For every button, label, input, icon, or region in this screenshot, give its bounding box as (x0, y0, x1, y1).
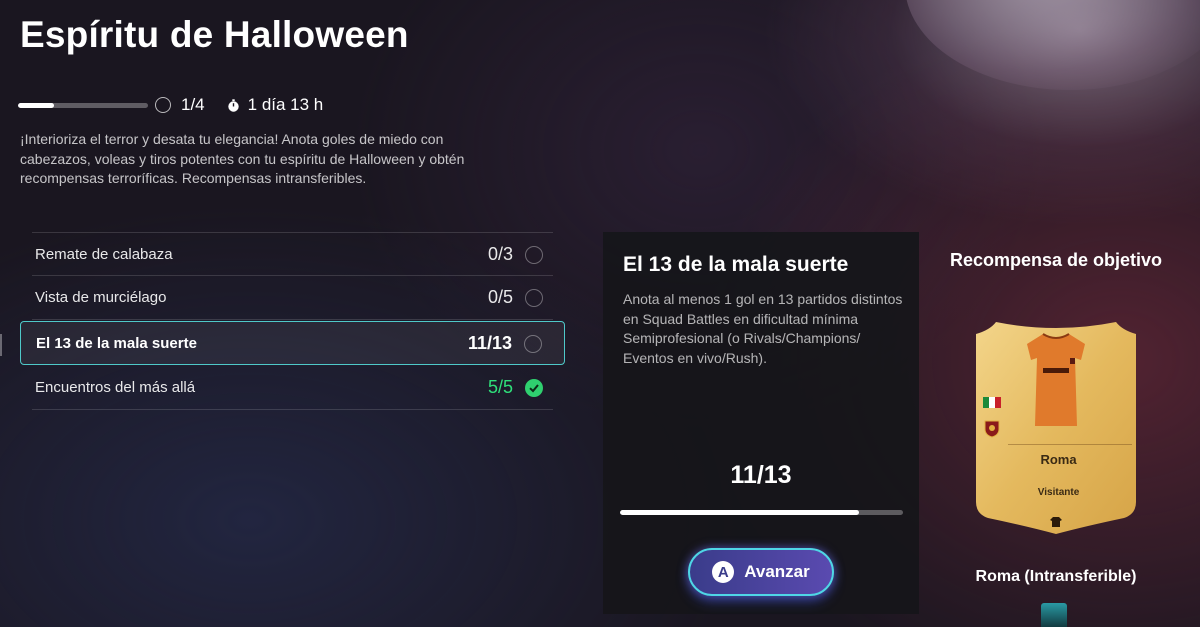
detail-description: Anota al menos 1 gol en 13 partidos dist… (623, 291, 903, 366)
objective-label: El 13 de la mala suerte (36, 335, 197, 352)
event-progress-fill (18, 102, 55, 108)
time-remaining: 1 día 13 h (247, 95, 324, 114)
event-progress-bar (18, 102, 148, 108)
objective-count: 0/3 (487, 244, 513, 264)
event-progress-label: 1/4 (181, 95, 205, 114)
advance-button-label: Avanzar (744, 562, 810, 581)
a-button-icon: A (712, 561, 735, 583)
incomplete-circle-icon (524, 335, 542, 353)
card-name: Roma (1040, 452, 1077, 467)
list-scroll-marker (0, 334, 2, 356)
objective-count: 11/13 (467, 333, 512, 353)
objective-count: 0/5 (487, 287, 513, 307)
detail-title: El 13 de la mala suerte (623, 253, 849, 276)
objective-list: Remate de calabaza 0/3 Vista de murciéla… (20, 232, 565, 410)
detail-progress-bar (620, 510, 903, 515)
objective-item[interactable]: Encuentros del más allá 5/5 (32, 366, 553, 410)
reward-caption: Roma (Intransferible) (975, 568, 1137, 585)
club-badge-icon (984, 420, 1000, 438)
event-progress: 1/4 1 día 13 h (18, 94, 323, 116)
objective-item-selected[interactable]: El 13 de la mala suerte 11/13 (20, 321, 565, 365)
objective-label: Vista de murciélago (35, 289, 167, 306)
reward-title: Recompensa de objetivo (949, 250, 1163, 270)
detail-progress-count: 11/13 (730, 461, 792, 489)
reward-card[interactable]: Roma Visitante (976, 322, 1136, 534)
moon-backdrop (905, 0, 1200, 90)
objective-count: 5/5 (487, 377, 513, 397)
progress-ring-icon (155, 97, 171, 113)
incomplete-circle-icon (525, 289, 543, 307)
italy-flag-icon (983, 397, 1001, 408)
detail-progress-fill (620, 510, 860, 515)
card-divider (1008, 444, 1132, 445)
objective-item[interactable]: Remate de calabaza 0/3 (32, 232, 553, 276)
page-title: Espíritu de Halloween (20, 14, 409, 55)
shirt-icon (1050, 517, 1062, 527)
incomplete-circle-icon (525, 246, 543, 264)
advance-button[interactable]: A Avanzar (688, 548, 834, 596)
event-description: ¡Interioriza el terror y desata tu elega… (20, 131, 465, 186)
objective-label: Remate de calabaza (35, 246, 173, 263)
objective-label: Encuentros del más allá (35, 379, 196, 396)
card-kit-type: Visitante (1037, 487, 1080, 498)
next-reward-item[interactable] (1041, 603, 1067, 627)
stopwatch-icon (227, 98, 239, 112)
jersey-icon (1027, 333, 1085, 426)
check-circle-icon (525, 379, 543, 397)
objective-detail-panel: El 13 de la mala suerte Anota al menos 1… (603, 232, 919, 614)
objective-item[interactable]: Vista de murciélago 0/5 (32, 276, 553, 320)
